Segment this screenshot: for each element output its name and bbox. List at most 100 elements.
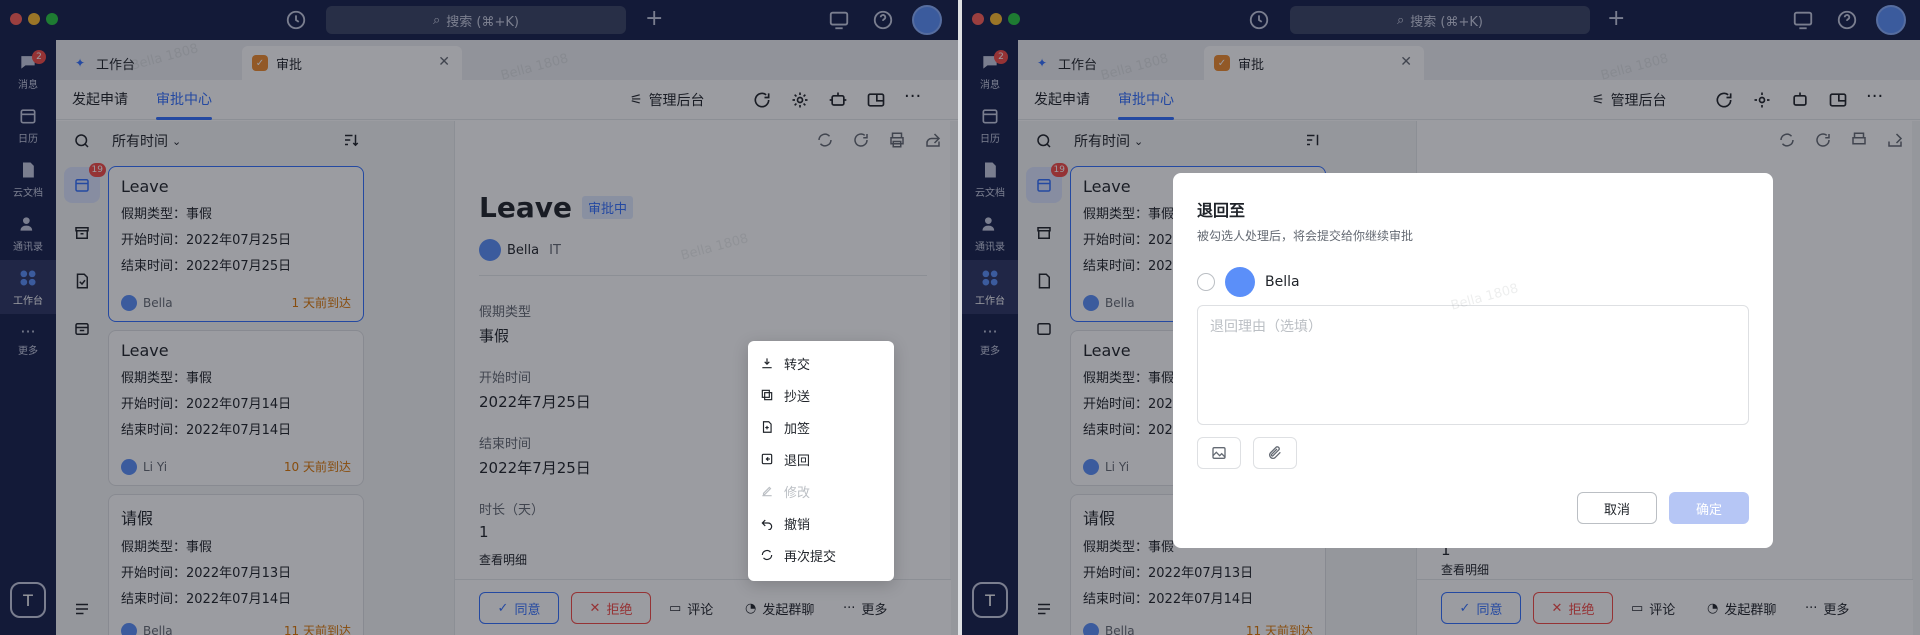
refresh-icon[interactable]	[752, 90, 772, 110]
group-chat-button[interactable]: ◔ 发起群聊	[745, 592, 814, 624]
admin-console-button[interactable]: ⚟ 管理后台	[1592, 80, 1667, 120]
more-icon[interactable]: ···	[1866, 88, 1886, 110]
return-target-option[interactable]: Bella	[1197, 267, 1300, 297]
print-icon[interactable]	[888, 131, 906, 149]
sidebar-item-more[interactable]: ··· 更多	[0, 314, 56, 368]
pending-tasks-icon[interactable]: 19	[1026, 163, 1068, 203]
view-details-link[interactable]: 查看明细	[479, 551, 527, 568]
search-icon[interactable]	[1032, 129, 1056, 153]
sidebar-item-contacts[interactable]: 通讯录	[0, 206, 56, 260]
sidebar-item-messages[interactable]: 消息 2	[962, 44, 1018, 98]
submitted-icon[interactable]	[1032, 269, 1056, 293]
archive-icon[interactable]	[70, 221, 94, 245]
image-upload-button[interactable]	[1197, 437, 1241, 469]
radio-button[interactable]	[1197, 273, 1215, 291]
comment-button[interactable]: ▭ 评论	[669, 592, 713, 624]
search-icon[interactable]	[70, 129, 94, 153]
share-icon[interactable]	[924, 131, 942, 149]
admin-console-button[interactable]: ⚟ 管理后台	[630, 80, 705, 120]
tab-approval[interactable]: ✓ 审批 ✕	[1204, 46, 1424, 80]
print-icon[interactable]	[1850, 131, 1868, 149]
bot-icon[interactable]	[828, 90, 848, 110]
gear-icon[interactable]	[1752, 90, 1772, 110]
sidebar-item-contacts[interactable]: 通讯录	[962, 206, 1018, 260]
add-icon[interactable]: +	[645, 6, 663, 32]
confirm-button[interactable]: 确定	[1669, 492, 1749, 524]
sidebar-item-more[interactable]: ··· 更多	[962, 314, 1018, 368]
tab-approval-center[interactable]: 审批中心	[1118, 80, 1174, 120]
screen-share-icon[interactable]	[828, 9, 850, 31]
menu-item-add-signer[interactable]: 加签	[748, 411, 894, 443]
gear-icon[interactable]	[790, 90, 810, 110]
menu-item-withdraw[interactable]: 撤销	[748, 507, 894, 539]
user-avatar[interactable]	[1876, 5, 1906, 35]
sync-icon[interactable]	[816, 131, 834, 149]
approval-card[interactable]: Leave 假期类型：事假 开始时间：2022年07月25日 结束时间：2022…	[108, 166, 364, 322]
sidebar-item-messages[interactable]: 消息 2	[0, 44, 56, 98]
sidebar-item-calendar[interactable]: 日历	[962, 98, 1018, 152]
refresh-icon[interactable]	[1814, 131, 1832, 149]
list-icon[interactable]	[70, 597, 94, 621]
close-window-button[interactable]	[10, 13, 22, 25]
sidebar-item-calendar[interactable]: 日历	[0, 98, 56, 152]
sidebar-item-docs[interactable]: 云文档	[0, 152, 56, 206]
sort-icon[interactable]	[342, 131, 360, 149]
sidebar-item-docs[interactable]: 云文档	[962, 152, 1018, 206]
search-bar[interactable]: ⌕ 搜索 (⌘+K)	[1290, 6, 1590, 34]
maximize-window-button[interactable]	[46, 13, 58, 25]
help-icon[interactable]	[1836, 9, 1858, 31]
approval-card[interactable]: Leave 假期类型：事假 开始时间：2022年07月14日 结束时间：2022…	[108, 330, 364, 486]
tab-approval[interactable]: ✓ 审批 ✕	[242, 46, 462, 80]
more-icon[interactable]: ···	[904, 88, 924, 110]
user-avatar[interactable]	[912, 5, 942, 35]
more-actions-button[interactable]: ··· 更多	[843, 592, 887, 624]
sync-icon[interactable]	[1778, 131, 1796, 149]
view-details-link[interactable]: 查看明细	[1441, 561, 1489, 578]
screen-share-icon[interactable]	[1792, 9, 1814, 31]
cc-icon[interactable]	[70, 317, 94, 341]
refresh-icon[interactable]	[852, 131, 870, 149]
bot-icon[interactable]	[1790, 90, 1810, 110]
sidebar-item-workplace[interactable]: 工作台	[0, 260, 56, 314]
help-icon[interactable]	[872, 9, 894, 31]
approval-card[interactable]: 请假 假期类型：事假 开始时间：2022年07月13日 结束时间：2022年07…	[108, 494, 364, 635]
search-bar[interactable]: ⌕ 搜索 (⌘+K)	[326, 6, 626, 34]
list-icon[interactable]	[1032, 597, 1056, 621]
window-icon[interactable]	[866, 90, 886, 110]
minimize-window-button[interactable]	[28, 13, 40, 25]
menu-item-return[interactable]: 退回	[750, 441, 892, 477]
reject-button[interactable]: ✕ 拒绝	[571, 592, 651, 624]
close-icon[interactable]: ✕	[1400, 54, 1412, 70]
cancel-button[interactable]: 取消	[1577, 492, 1657, 524]
attach-file-button[interactable]	[1253, 437, 1297, 469]
add-icon[interactable]: +	[1607, 6, 1625, 32]
minimize-window-button[interactable]	[990, 13, 1002, 25]
archive-icon[interactable]	[1032, 221, 1056, 245]
menu-item-cc[interactable]: 抄送	[748, 379, 894, 411]
approve-button[interactable]: ✓ 同意	[1441, 592, 1521, 624]
share-icon[interactable]	[1886, 131, 1904, 149]
submitted-icon[interactable]	[70, 269, 94, 293]
menu-item-resubmit[interactable]: 再次提交	[748, 539, 894, 571]
refresh-icon[interactable]	[1714, 90, 1734, 110]
time-filter[interactable]: 所有时间 ⌄	[1070, 121, 1330, 161]
tab-workplace[interactable]: ✦ 工作台	[1024, 46, 1204, 80]
window-icon[interactable]	[1828, 90, 1848, 110]
maximize-window-button[interactable]	[1008, 13, 1020, 25]
close-icon[interactable]: ✕	[438, 54, 450, 70]
workspace-switcher-button[interactable]: T	[972, 582, 1008, 618]
approve-button[interactable]: ✓ 同意	[479, 592, 559, 624]
tab-approval-center[interactable]: 审批中心	[156, 80, 212, 120]
reject-button[interactable]: ✕ 拒绝	[1533, 592, 1613, 624]
sort-icon[interactable]	[1304, 131, 1322, 149]
cc-icon[interactable]	[1032, 317, 1056, 341]
group-chat-button[interactable]: ◔ 发起群聊	[1707, 592, 1776, 624]
more-actions-button[interactable]: ··· 更多	[1805, 592, 1849, 624]
history-icon[interactable]	[285, 9, 307, 31]
menu-item-transfer[interactable]: 转交	[748, 347, 894, 379]
tab-workplace[interactable]: ✦ 工作台	[62, 46, 242, 80]
return-reason-input[interactable]: 退回理由（选填）	[1197, 305, 1749, 425]
pending-tasks-icon[interactable]: 19	[64, 163, 106, 203]
time-filter[interactable]: 所有时间 ⌄	[108, 121, 368, 161]
sidebar-item-workplace[interactable]: 工作台	[962, 260, 1018, 314]
